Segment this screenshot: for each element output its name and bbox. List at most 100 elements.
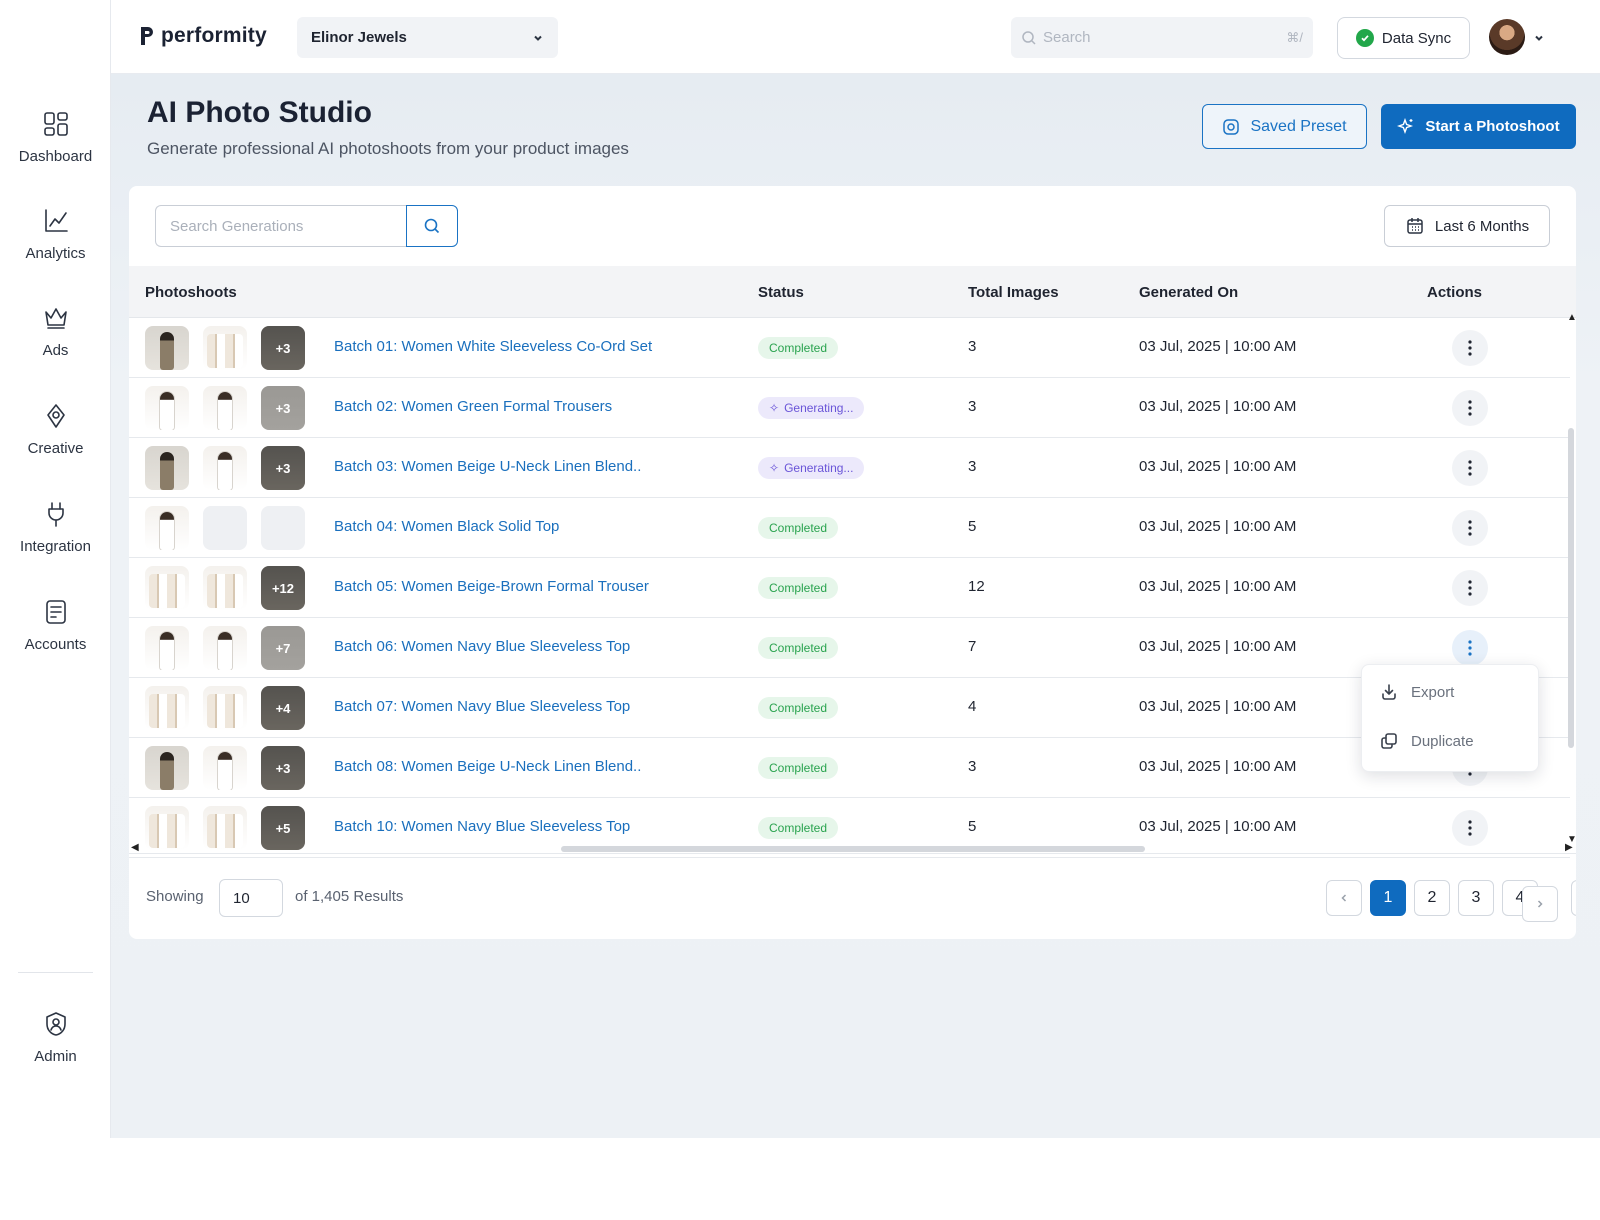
- calendar-icon: [1407, 218, 1423, 234]
- row-actions-button[interactable]: [1452, 390, 1488, 426]
- check-circle-icon: [1355, 29, 1374, 47]
- table-row: +3 Batch 03: Women Beige U-Neck Linen Bl…: [129, 438, 1570, 498]
- row-actions-button[interactable]: [1452, 510, 1488, 546]
- photo-thumbnail-more[interactable]: +12: [261, 566, 305, 610]
- accounts-icon: [45, 600, 66, 624]
- photo-thumbnail[interactable]: [203, 566, 247, 610]
- page-button-2[interactable]: 2: [1414, 880, 1450, 916]
- batch-name-link[interactable]: Batch 10: Women Navy Blue Sleeveless Top: [334, 818, 630, 835]
- global-search-input[interactable]: [1043, 29, 1287, 46]
- sidebar-item-accounts[interactable]: Accounts: [0, 598, 111, 653]
- page-button-last[interactable]: 141: [1571, 880, 1576, 916]
- scroll-up-arrow-icon[interactable]: ▲: [1567, 312, 1576, 323]
- photo-thumbnail[interactable]: [203, 386, 247, 430]
- prev-page-button[interactable]: [1326, 880, 1362, 916]
- saved-preset-label: Saved Preset: [1250, 117, 1347, 135]
- logo[interactable]: performity: [139, 24, 267, 48]
- photo-thumbnail[interactable]: [145, 626, 189, 670]
- saved-preset-button[interactable]: Saved Preset: [1202, 104, 1367, 149]
- photo-thumbnail[interactable]: [203, 686, 247, 730]
- photo-thumbnail-placeholder: [203, 506, 247, 550]
- photo-thumbnail[interactable]: [145, 386, 189, 430]
- photo-thumbnail[interactable]: [145, 566, 189, 610]
- chevron-down-icon[interactable]: [1533, 32, 1545, 44]
- horizontal-scroll-thumb[interactable]: [561, 846, 1145, 852]
- photo-thumbnail-more[interactable]: +7: [261, 626, 305, 670]
- photo-thumbnail[interactable]: [145, 746, 189, 790]
- scroll-left-arrow-icon[interactable]: ◀: [131, 842, 139, 853]
- vertical-scroll-thumb[interactable]: [1568, 428, 1574, 748]
- horizontal-scrollbar[interactable]: ◀ ▶: [129, 842, 1576, 854]
- photo-thumbnail[interactable]: [203, 626, 247, 670]
- data-sync-button[interactable]: Data Sync: [1337, 17, 1470, 59]
- global-search[interactable]: ⌘/: [1011, 17, 1313, 58]
- photo-thumbnail[interactable]: [203, 326, 247, 370]
- generated-on: 03 Jul, 2025 | 10:00 AM: [1139, 398, 1297, 415]
- sidebar-item-creative[interactable]: Creative: [0, 402, 111, 457]
- scroll-right-arrow-icon[interactable]: ▶: [1565, 842, 1573, 853]
- more-vertical-icon: [1468, 460, 1472, 476]
- photo-thumbnail-more[interactable]: +4: [261, 686, 305, 730]
- crown-icon: [44, 308, 67, 329]
- total-images: 12: [968, 578, 985, 595]
- row-actions-button[interactable]: [1452, 570, 1488, 606]
- page-button-1[interactable]: 1: [1370, 880, 1406, 916]
- row-actions-button[interactable]: [1452, 630, 1488, 666]
- row-actions-menu: Export Duplicate: [1361, 664, 1539, 772]
- batch-name-link[interactable]: Batch 01: Women White Sleeveless Co-Ord …: [334, 338, 652, 355]
- sidebar-item-label: Analytics: [25, 245, 86, 262]
- menu-item-duplicate[interactable]: Duplicate: [1379, 731, 1474, 751]
- chevron-right-icon: [1537, 900, 1543, 908]
- photo-thumbnail[interactable]: [145, 326, 189, 370]
- generations-search-input[interactable]: [170, 217, 392, 235]
- photo-thumbnail[interactable]: [203, 446, 247, 490]
- sidebar-item-dashboard[interactable]: Dashboard: [0, 110, 111, 165]
- page-button-3[interactable]: 3: [1458, 880, 1494, 916]
- preset-icon: [1223, 118, 1240, 135]
- batch-name-link[interactable]: Batch 05: Women Beige-Brown Formal Trous…: [334, 578, 649, 595]
- sidebar-item-integration[interactable]: Integration: [0, 500, 111, 555]
- date-range-button[interactable]: Last 6 Months: [1384, 205, 1550, 247]
- download-icon: [1382, 684, 1396, 700]
- batch-name-link[interactable]: Batch 08: Women Beige U-Neck Linen Blend…: [334, 758, 641, 775]
- vertical-scrollbar[interactable]: ▲ ▼: [1566, 312, 1576, 848]
- photo-thumbnail[interactable]: [145, 506, 189, 550]
- next-page-button[interactable]: [1522, 886, 1558, 922]
- batch-name-link[interactable]: Batch 03: Women Beige U-Neck Linen Blend…: [334, 458, 641, 475]
- total-images: 3: [968, 458, 977, 475]
- photo-thumbnail[interactable]: [145, 686, 189, 730]
- menu-item-export[interactable]: Export: [1379, 682, 1454, 702]
- generations-search-button[interactable]: [406, 205, 458, 247]
- avatar[interactable]: [1489, 19, 1525, 55]
- sidebar-item-label: Admin: [34, 1048, 77, 1065]
- batch-name-link[interactable]: Batch 07: Women Navy Blue Sleeveless Top: [334, 698, 630, 715]
- total-images: 3: [968, 758, 977, 775]
- performity-logo-icon: [141, 27, 153, 45]
- row-actions-button[interactable]: [1452, 810, 1488, 846]
- total-images: 4: [968, 698, 977, 715]
- batch-name-link[interactable]: Batch 04: Women Black Solid Top: [334, 518, 559, 535]
- store-name: Elinor Jewels: [311, 29, 407, 46]
- sidebar-item-analytics[interactable]: Analytics: [0, 207, 111, 262]
- photo-thumbnail-more[interactable]: +3: [261, 326, 305, 370]
- sidebar-item-admin[interactable]: Admin: [0, 1010, 111, 1065]
- batch-name-link[interactable]: Batch 02: Women Green Formal Trousers: [334, 398, 612, 415]
- photo-thumbnail-more[interactable]: +3: [261, 386, 305, 430]
- total-images: 3: [968, 338, 977, 355]
- photo-thumbnail-more[interactable]: +3: [261, 446, 305, 490]
- generations-search[interactable]: [155, 205, 406, 247]
- sidebar-item-label: Accounts: [24, 636, 87, 653]
- store-selector[interactable]: Elinor Jewels: [297, 17, 558, 58]
- start-photoshoot-button[interactable]: Start a Photoshoot: [1381, 104, 1576, 149]
- sidebar-item-ads[interactable]: Ads: [0, 304, 111, 359]
- row-actions-button[interactable]: [1452, 450, 1488, 486]
- photo-thumbnail[interactable]: [145, 446, 189, 490]
- batch-name-link[interactable]: Batch 06: Women Navy Blue Sleeveless Top: [334, 638, 630, 655]
- date-range-label: Last 6 Months: [1434, 217, 1530, 235]
- photo-thumbnail-more[interactable]: +3: [261, 746, 305, 790]
- row-actions-button[interactable]: [1452, 330, 1488, 366]
- photo-thumbnail[interactable]: [203, 746, 247, 790]
- sidebar-item-label: Creative: [27, 440, 84, 457]
- page-size-select[interactable]: 10: [219, 879, 283, 917]
- generated-on: 03 Jul, 2025 | 10:00 AM: [1139, 518, 1297, 535]
